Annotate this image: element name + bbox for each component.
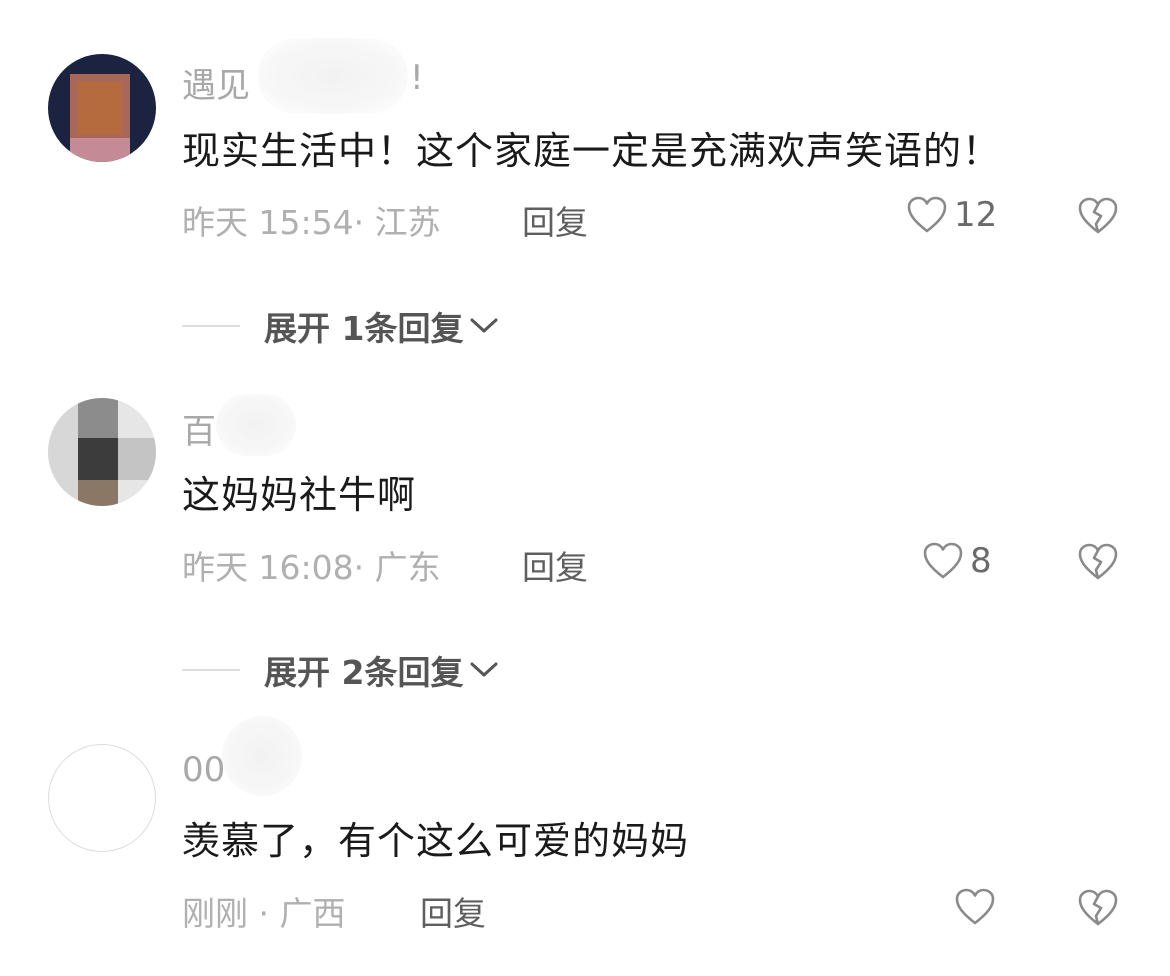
comment-meta: 刚刚 · 广西 <box>182 894 346 933</box>
reply-button[interactable]: 回复 <box>522 196 588 244</box>
like-count: 12 <box>954 195 998 235</box>
comment-meta: 昨天 15:54· 江苏 <box>182 203 441 242</box>
reply-button[interactable]: 回复 <box>522 541 588 589</box>
comment-text: 这妈妈社牛啊 <box>182 473 417 517</box>
dislike-button[interactable] <box>1077 888 1119 928</box>
username[interactable]: 遇见 <box>182 58 250 107</box>
chevron-down-icon <box>470 662 498 677</box>
avatar[interactable] <box>48 398 156 506</box>
username-tail: ! <box>410 58 424 98</box>
heart-outline-icon <box>907 196 947 233</box>
divider-line <box>182 669 240 671</box>
heart-outline-icon <box>955 888 995 925</box>
avatar[interactable] <box>48 744 156 852</box>
like-button[interactable] <box>954 887 1002 927</box>
username-redaction <box>258 38 408 114</box>
comment-text: 现实生活中！这个家庭一定是充满欢声笑语的！ <box>182 129 1002 173</box>
username[interactable]: 百 <box>182 404 216 453</box>
comment-text: 羡慕了，有个这么可爱的妈妈 <box>182 819 690 863</box>
divider-line <box>182 325 240 327</box>
dislike-button[interactable] <box>1077 196 1119 236</box>
like-button[interactable]: 12 <box>906 195 997 235</box>
expand-replies-button[interactable]: 展开 1条回复 <box>182 302 499 350</box>
username-redaction <box>216 394 296 456</box>
username[interactable]: 00 <box>182 750 225 790</box>
reply-button[interactable]: 回复 <box>420 887 486 935</box>
comment-meta: 昨天 16:08· 广东 <box>182 548 441 587</box>
like-button[interactable]: 8 <box>922 541 992 581</box>
broken-heart-icon <box>1078 543 1118 580</box>
heart-outline-icon <box>923 542 963 579</box>
broken-heart-icon <box>1078 889 1118 926</box>
expand-label: 展开 2条回复 <box>264 653 464 692</box>
expand-label: 展开 1条回复 <box>264 309 464 348</box>
username-redaction <box>222 716 302 796</box>
avatar[interactable] <box>48 54 156 162</box>
dislike-button[interactable] <box>1077 542 1119 582</box>
like-count: 8 <box>970 541 992 581</box>
expand-replies-button[interactable]: 展开 2条回复 <box>182 646 499 694</box>
chevron-down-icon <box>470 318 498 333</box>
broken-heart-icon <box>1078 197 1118 234</box>
